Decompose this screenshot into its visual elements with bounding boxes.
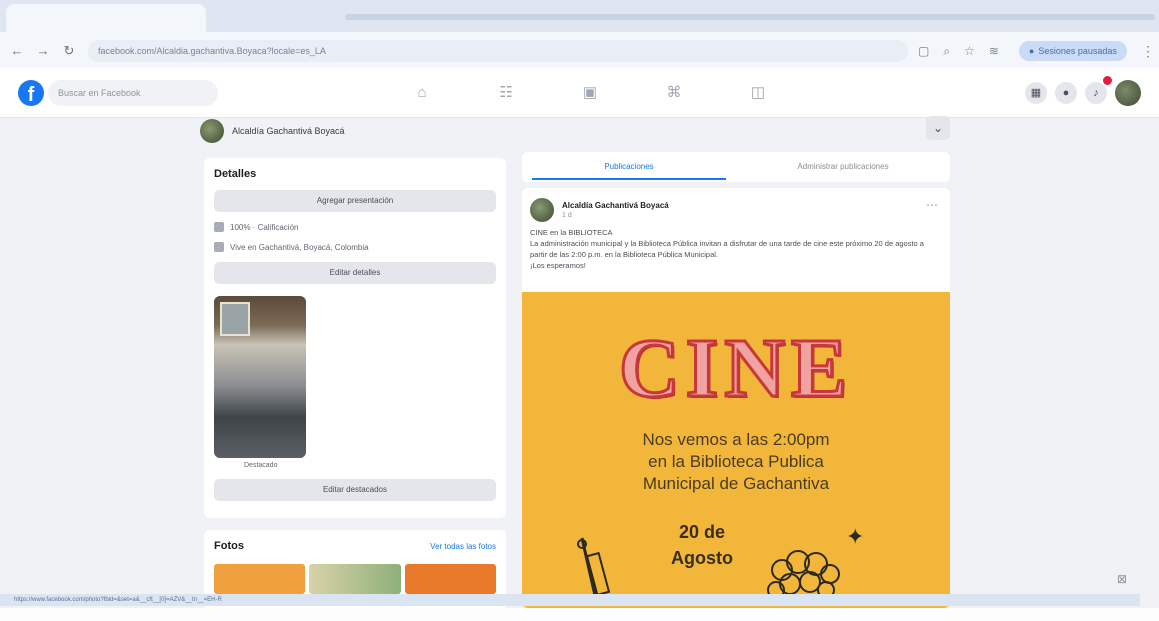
fullscreen-icon[interactable]: ⊠ xyxy=(1117,572,1127,586)
poster-date: Agosto xyxy=(671,548,733,568)
post-timestamp[interactable]: 1 d xyxy=(562,212,669,219)
photos-title: Fotos xyxy=(214,540,244,552)
profile-dot-icon: ● xyxy=(1028,46,1035,56)
tab-manage-posts[interactable]: Administrar publicaciones xyxy=(736,152,950,182)
omnibox-icons: ▢ ⌕ ☆ ≋ xyxy=(918,44,999,59)
address-row: ← → ↻ facebook.com/Alcaldia.gachantiva.B… xyxy=(0,36,1159,66)
friends-icon[interactable]: ☷ xyxy=(464,78,548,108)
marketplace-icon[interactable]: ⌘ xyxy=(632,78,716,108)
taskbar-strip xyxy=(0,608,1159,621)
tab-strip-bar xyxy=(345,14,1155,20)
info-row-location: Vive en Gachantivá, Boyacá, Colombia xyxy=(214,242,496,252)
post-author-name[interactable]: Alcaldía Gachantivá Boyacá xyxy=(562,201,669,210)
poster-line: Municipal de Gachantiva xyxy=(642,474,830,493)
info-row-rating: 100% · Calificación xyxy=(214,222,496,232)
details-card: Detalles Agregar presentación 100% · Cal… xyxy=(204,158,506,518)
posts-tabs: Publicaciones Administrar publicaciones xyxy=(522,152,950,182)
messenger-icon[interactable]: ● xyxy=(1055,82,1077,104)
header-actions: ▦ ● ♪ xyxy=(1025,76,1141,106)
reload-icon[interactable]: ↻ xyxy=(60,42,78,60)
post-card: Alcaldía Gachantivá Boyacá 1 d ⋯ CINE en… xyxy=(522,188,950,608)
profile-header: Alcaldía Gachantivá Boyacá ⌄ xyxy=(200,112,950,150)
profile-avatar[interactable] xyxy=(200,119,224,143)
post-author-avatar[interactable] xyxy=(530,198,554,222)
main-nav: ⌂ ☷ ▣ ⌘ ◫ xyxy=(380,78,800,108)
notifications-icon[interactable]: ♪ xyxy=(1085,82,1107,104)
browser-tab[interactable] xyxy=(6,4,206,32)
tab-posts[interactable]: Publicaciones xyxy=(522,152,736,182)
photo-thumb[interactable] xyxy=(309,564,401,594)
photos-header: Fotos Ver todas las fotos xyxy=(214,540,496,552)
rating-text: 100% · Calificación xyxy=(230,222,299,232)
photo-window-shape xyxy=(220,302,250,336)
tab-strip xyxy=(0,0,1159,32)
add-presentation-button[interactable]: Agregar presentación xyxy=(214,190,496,212)
sparkle-icon: ✦ xyxy=(846,524,865,549)
home-icon[interactable]: ⌂ xyxy=(380,78,464,108)
post-options-icon[interactable]: ⋯ xyxy=(926,198,938,212)
poster-date: 20 de xyxy=(678,522,726,542)
info-icon xyxy=(214,222,224,232)
facebook-logo-icon[interactable]: f xyxy=(18,80,44,106)
post-line: CINE en la BIBLIOTECA xyxy=(530,228,613,237)
video-icon[interactable]: ▣ xyxy=(548,78,632,108)
account-avatar[interactable] xyxy=(1115,80,1141,106)
photo-thumb[interactable] xyxy=(404,564,496,594)
details-title: Detalles xyxy=(214,168,257,180)
post-image[interactable]: CINE Nos vemos a las 2:00pm en la Biblio… xyxy=(522,292,950,608)
status-bar-url: https://www.facebook.com/photo?fbid=&set… xyxy=(0,594,1140,606)
edit-details-button[interactable]: Editar detalles xyxy=(214,262,496,284)
bookmark-star-icon[interactable]: ☆ xyxy=(964,44,975,59)
notification-badge xyxy=(1103,76,1112,85)
zoom-icon[interactable]: ⌕ xyxy=(943,44,950,59)
photo-thumbnails xyxy=(214,564,496,594)
address-url: facebook.com/Alcaldia.gachantiva.Boyaca?… xyxy=(98,46,326,56)
extension-icon[interactable]: ≋ xyxy=(989,44,999,59)
featured-caption: Destacado xyxy=(244,462,278,469)
edit-featured-button[interactable]: Editar destacados xyxy=(214,479,496,501)
location-text: Vive en Gachantivá, Boyacá, Colombia xyxy=(230,242,369,252)
post-line: ¡Los esperamos! xyxy=(530,260,586,270)
browser-chrome: ← → ↻ facebook.com/Alcaldia.gachantiva.B… xyxy=(0,0,1159,68)
post-text: CINE en la BIBLIOTECA La administración … xyxy=(522,222,950,272)
menu-grid-icon[interactable]: ▦ xyxy=(1025,82,1047,104)
see-all-photos-link[interactable]: Ver todas las fotos xyxy=(430,542,496,551)
location-icon xyxy=(214,242,224,252)
post-line: La administración municipal y la Bibliot… xyxy=(530,238,924,259)
browser-menu-icon[interactable]: ⋮ xyxy=(1141,43,1155,60)
facebook-header: f Buscar en Facebook ⌂ ☷ ▣ ⌘ ◫ ▦ ● ♪ xyxy=(0,68,1159,118)
poster-line: en la Biblioteca Publica xyxy=(648,452,824,471)
featured-photo[interactable] xyxy=(214,296,306,458)
post-header: Alcaldía Gachantivá Boyacá 1 d ⋯ xyxy=(522,188,950,222)
poster-title: CINE xyxy=(617,321,854,417)
forward-icon[interactable]: → xyxy=(34,42,52,60)
profile-button[interactable]: ● Sesiones pausadas xyxy=(1018,41,1127,61)
search-input[interactable]: Buscar en Facebook xyxy=(48,80,218,106)
post-author-block: Alcaldía Gachantivá Boyacá 1 d xyxy=(562,201,669,219)
poster-line: Nos vemos a las 2:00pm xyxy=(642,430,830,449)
profile-name[interactable]: Alcaldía Gachantivá Boyacá xyxy=(232,126,345,136)
gaming-icon[interactable]: ◫ xyxy=(716,78,800,108)
back-icon[interactable]: ← xyxy=(8,42,26,60)
photo-thumb[interactable] xyxy=(214,564,306,594)
screen-icon[interactable]: ▢ xyxy=(918,44,929,59)
profile-label: Sesiones pausadas xyxy=(1038,46,1117,56)
address-bar[interactable]: facebook.com/Alcaldia.gachantiva.Boyaca?… xyxy=(88,40,908,62)
more-options-button[interactable]: ⌄ xyxy=(926,116,950,140)
